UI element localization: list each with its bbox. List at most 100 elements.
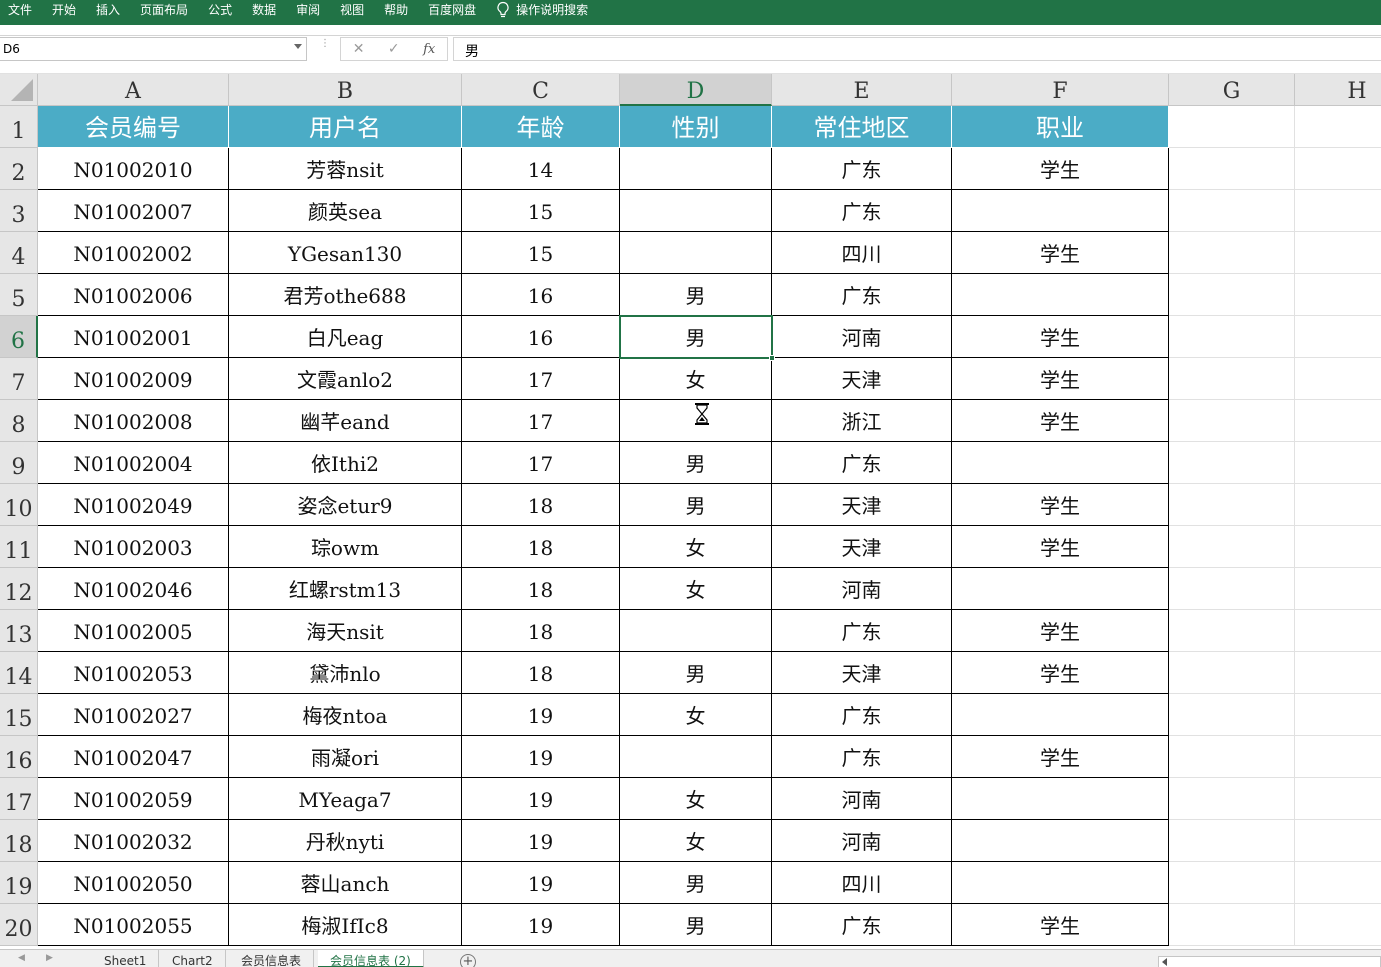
table-cell[interactable]: N01002008 bbox=[38, 400, 229, 442]
table-cell[interactable]: N01002007 bbox=[38, 190, 229, 232]
table-cell[interactable]: 男 bbox=[620, 442, 772, 484]
table-cell[interactable]: 学生 bbox=[952, 358, 1169, 400]
table-cell[interactable]: 学生 bbox=[952, 652, 1169, 694]
table-cell[interactable]: 男 bbox=[620, 862, 772, 904]
table-cell[interactable] bbox=[952, 190, 1169, 232]
empty-cell[interactable] bbox=[1295, 274, 1381, 316]
column-header-e[interactable]: E bbox=[772, 74, 952, 106]
table-cell[interactable]: 15 bbox=[462, 190, 620, 232]
empty-cell[interactable] bbox=[1169, 526, 1295, 568]
table-cell[interactable]: 女 bbox=[620, 778, 772, 820]
table-cell[interactable]: 天津 bbox=[772, 652, 952, 694]
table-cell[interactable]: 梅夜ntoa bbox=[229, 694, 462, 736]
empty-cell[interactable] bbox=[1169, 652, 1295, 694]
table-cell[interactable]: 男 bbox=[620, 484, 772, 526]
table-cell[interactable]: 浙江 bbox=[772, 400, 952, 442]
table-cell[interactable]: 17 bbox=[462, 400, 620, 442]
empty-cell[interactable] bbox=[1169, 736, 1295, 778]
table-cell[interactable]: 16 bbox=[462, 316, 620, 358]
table-cell[interactable]: 广东 bbox=[772, 694, 952, 736]
empty-cell[interactable] bbox=[1169, 484, 1295, 526]
empty-cell[interactable] bbox=[1295, 778, 1381, 820]
table-cell[interactable]: 18 bbox=[462, 652, 620, 694]
table-cell[interactable]: N01002049 bbox=[38, 484, 229, 526]
ribbon-tab-data[interactable]: 数据 bbox=[242, 0, 286, 25]
empty-cell[interactable] bbox=[1169, 820, 1295, 862]
empty-cell[interactable] bbox=[1295, 316, 1381, 358]
table-cell[interactable]: 19 bbox=[462, 820, 620, 862]
table-cell[interactable]: 18 bbox=[462, 610, 620, 652]
table-cell[interactable]: 18 bbox=[462, 484, 620, 526]
sheet-tab[interactable]: Chart2 bbox=[160, 950, 226, 967]
row-header-7[interactable]: 7 bbox=[0, 358, 38, 400]
empty-cell[interactable] bbox=[1169, 400, 1295, 442]
table-cell[interactable]: 学生 bbox=[952, 526, 1169, 568]
table-cell[interactable]: 17 bbox=[462, 358, 620, 400]
table-cell[interactable]: 女 bbox=[620, 568, 772, 610]
table-cell[interactable]: N01002001 bbox=[38, 316, 229, 358]
empty-cell[interactable] bbox=[1295, 232, 1381, 274]
empty-cell[interactable] bbox=[1295, 904, 1381, 946]
empty-cell[interactable] bbox=[1295, 652, 1381, 694]
table-cell[interactable]: 海天nsit bbox=[229, 610, 462, 652]
table-cell[interactable]: 天津 bbox=[772, 358, 952, 400]
empty-cell[interactable] bbox=[1169, 358, 1295, 400]
table-cell[interactable]: 女 bbox=[620, 358, 772, 400]
scroll-right-icon[interactable]: ▶ bbox=[46, 953, 53, 963]
empty-cell[interactable] bbox=[1295, 694, 1381, 736]
table-cell[interactable]: 河南 bbox=[772, 820, 952, 862]
empty-cell[interactable] bbox=[1169, 610, 1295, 652]
table-cell[interactable]: 18 bbox=[462, 568, 620, 610]
empty-cell[interactable] bbox=[1295, 484, 1381, 526]
table-cell[interactable]: 19 bbox=[462, 778, 620, 820]
table-cell[interactable]: N01002046 bbox=[38, 568, 229, 610]
table-cell[interactable]: N01002009 bbox=[38, 358, 229, 400]
table-cell[interactable] bbox=[620, 610, 772, 652]
table-header-cell[interactable]: 性别 bbox=[620, 106, 772, 148]
table-cell[interactable]: 男 bbox=[620, 316, 772, 358]
table-cell[interactable]: 广东 bbox=[772, 904, 952, 946]
column-header-h[interactable]: H bbox=[1295, 74, 1381, 106]
table-header-cell[interactable]: 年龄 bbox=[462, 106, 620, 148]
empty-cell[interactable] bbox=[1169, 232, 1295, 274]
table-cell[interactable]: 女 bbox=[620, 694, 772, 736]
row-header-6[interactable]: 6 bbox=[0, 316, 38, 358]
table-cell[interactable]: 广东 bbox=[772, 148, 952, 190]
chevron-down-icon[interactable] bbox=[294, 44, 302, 49]
formula-input[interactable]: 男 bbox=[453, 37, 1381, 61]
table-cell[interactable]: 琮owm bbox=[229, 526, 462, 568]
column-header-d[interactable]: D bbox=[620, 74, 772, 106]
table-cell[interactable]: 男 bbox=[620, 904, 772, 946]
table-cell[interactable]: 学生 bbox=[952, 610, 1169, 652]
table-cell[interactable]: 女 bbox=[620, 820, 772, 862]
tell-me-search[interactable]: 操作说明搜索 bbox=[486, 0, 598, 25]
function-icon[interactable]: fx bbox=[423, 42, 435, 57]
empty-cell[interactable] bbox=[1295, 526, 1381, 568]
table-cell[interactable]: 广东 bbox=[772, 274, 952, 316]
empty-cell[interactable] bbox=[1295, 568, 1381, 610]
column-header-b[interactable]: B bbox=[229, 74, 462, 106]
empty-cell[interactable] bbox=[1169, 316, 1295, 358]
table-cell[interactable] bbox=[952, 862, 1169, 904]
column-header-c[interactable]: C bbox=[462, 74, 620, 106]
empty-cell[interactable] bbox=[1169, 106, 1295, 148]
table-cell[interactable]: 学生 bbox=[952, 736, 1169, 778]
row-header-16[interactable]: 16 bbox=[0, 736, 38, 778]
ribbon-tab-insert[interactable]: 插入 bbox=[86, 0, 130, 25]
horizontal-scrollbar[interactable] bbox=[1158, 956, 1381, 967]
empty-cell[interactable] bbox=[1169, 274, 1295, 316]
table-cell[interactable]: 学生 bbox=[952, 400, 1169, 442]
row-header-8[interactable]: 8 bbox=[0, 400, 38, 442]
table-cell[interactable]: N01002004 bbox=[38, 442, 229, 484]
ribbon-tab-baidu-netdisk[interactable]: 百度网盘 bbox=[418, 0, 486, 25]
table-cell[interactable]: 芳蓉nsit bbox=[229, 148, 462, 190]
row-header-14[interactable]: 14 bbox=[0, 652, 38, 694]
empty-cell[interactable] bbox=[1169, 778, 1295, 820]
table-cell[interactable]: 19 bbox=[462, 904, 620, 946]
table-cell[interactable]: 女 bbox=[620, 526, 772, 568]
table-cell[interactable]: 学生 bbox=[952, 232, 1169, 274]
table-cell[interactable]: 学生 bbox=[952, 484, 1169, 526]
empty-cell[interactable] bbox=[1295, 736, 1381, 778]
row-header-11[interactable]: 11 bbox=[0, 526, 38, 568]
row-header-17[interactable]: 17 bbox=[0, 778, 38, 820]
